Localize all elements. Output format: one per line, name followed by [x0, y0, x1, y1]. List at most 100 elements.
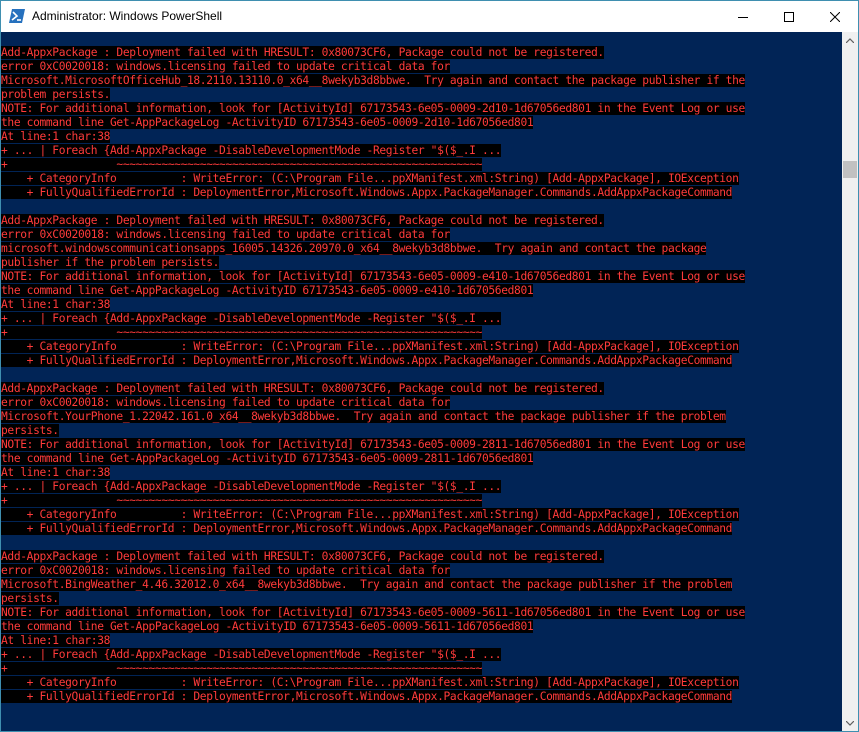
console-line-text: Microsoft.BingWeather_4.46.32012.0_x64__…	[1, 578, 733, 591]
console-line: Add-AppxPackage : Deployment failed with…	[1, 46, 842, 60]
console-line-text: + CategoryInfo : WriteError: (C:\Program…	[1, 340, 739, 353]
console-line: Microsoft.MicrosoftOfficeHub_18.2110.131…	[1, 74, 842, 88]
console-line: + FullyQualifiedErrorId : DeploymentErro…	[1, 522, 842, 536]
console-line: + CategoryInfo : WriteError: (C:\Program…	[1, 172, 842, 186]
console-line: Add-AppxPackage : Deployment failed with…	[1, 214, 842, 228]
console-line-text: + FullyQualifiedErrorId : DeploymentErro…	[1, 354, 733, 367]
console-line-text: At line:1 char:38	[1, 466, 111, 479]
console-line: + ~~~~~~~~~~~~~~~~~~~~~~~~~~~~~~~~~~~~~~…	[1, 494, 842, 508]
console-line: + CategoryInfo : WriteError: (C:\Program…	[1, 676, 842, 690]
window-title: Administrator: Windows PowerShell	[32, 9, 223, 23]
console-line: Add-AppxPackage : Deployment failed with…	[1, 550, 842, 564]
console-line: + ... | Foreach {Add-AppxPackage -Disabl…	[1, 144, 842, 158]
console-line: + FullyQualifiedErrorId : DeploymentErro…	[1, 354, 842, 368]
console-line: + FullyQualifiedErrorId : DeploymentErro…	[1, 690, 842, 704]
maximize-icon	[784, 11, 794, 22]
console-line-text: error 0xC0020018: windows.licensing fail…	[1, 228, 450, 241]
console-line: At line:1 char:38	[1, 634, 842, 648]
chevron-up-icon	[846, 38, 854, 43]
console-line: + ~~~~~~~~~~~~~~~~~~~~~~~~~~~~~~~~~~~~~~…	[1, 326, 842, 340]
console-line-text: + CategoryInfo : WriteError: (C:\Program…	[1, 172, 739, 185]
minimize-button[interactable]	[720, 1, 766, 32]
console-line: + FullyQualifiedErrorId : DeploymentErro…	[1, 186, 842, 200]
console-line: microsoft.windowscommunicationsapps_1600…	[1, 242, 842, 256]
console-line-text: At line:1 char:38	[1, 130, 111, 143]
console-line-text: NOTE: For additional information, look f…	[1, 606, 745, 619]
console-line: the command line Get-AppPackageLog -Acti…	[1, 452, 842, 466]
console-line: Add-AppxPackage : Deployment failed with…	[1, 382, 842, 396]
close-icon	[830, 11, 840, 22]
console-line: At line:1 char:38	[1, 298, 842, 312]
console-text: Add-AppxPackage : Deployment failed with…	[1, 32, 842, 731]
console-line: NOTE: For additional information, look f…	[1, 270, 842, 284]
console-line-text: + FullyQualifiedErrorId : DeploymentErro…	[1, 522, 733, 535]
console-line-text: NOTE: For additional information, look f…	[1, 102, 745, 115]
console-line: + ~~~~~~~~~~~~~~~~~~~~~~~~~~~~~~~~~~~~~~…	[1, 662, 842, 676]
console-line-text: + ... | Foreach {Add-AppxPackage -Disabl…	[1, 648, 502, 661]
console-line: + CategoryInfo : WriteError: (C:\Program…	[1, 340, 842, 354]
console-line-text: + FullyQualifiedErrorId : DeploymentErro…	[1, 186, 733, 199]
console-line-text: the command line Get-AppPackageLog -Acti…	[1, 620, 534, 633]
console-line: + CategoryInfo : WriteError: (C:\Program…	[1, 508, 842, 522]
console-line-text: publisher if the problem persists.	[1, 256, 220, 269]
scroll-down-button[interactable]	[842, 715, 858, 731]
console-line: NOTE: For additional information, look f…	[1, 606, 842, 620]
console-line: At line:1 char:38	[1, 130, 842, 144]
console-line-text: + ~~~~~~~~~~~~~~~~~~~~~~~~~~~~~~~~~~~~~~…	[1, 158, 482, 171]
console-line-text: error 0xC0020018: windows.licensing fail…	[1, 60, 450, 73]
powershell-icon	[9, 8, 25, 24]
console-line-text: + ... | Foreach {Add-AppxPackage -Disabl…	[1, 480, 502, 493]
console-line: error 0xC0020018: windows.licensing fail…	[1, 60, 842, 74]
console-line-text: + ~~~~~~~~~~~~~~~~~~~~~~~~~~~~~~~~~~~~~~…	[1, 662, 482, 675]
console-line-text: microsoft.windowscommunicationsapps_1600…	[1, 242, 707, 255]
console-line-text: NOTE: For additional information, look f…	[1, 270, 745, 283]
console-output[interactable]: Add-AppxPackage : Deployment failed with…	[1, 32, 842, 731]
console-line-text: persists.	[1, 592, 59, 605]
console-line: + ... | Foreach {Add-AppxPackage -Disabl…	[1, 480, 842, 494]
console-line-text: At line:1 char:38	[1, 298, 111, 311]
console-line-text: + ... | Foreach {Add-AppxPackage -Disabl…	[1, 312, 502, 325]
console-line-text: the command line Get-AppPackageLog -Acti…	[1, 284, 534, 297]
console-line-text: At line:1 char:38	[1, 634, 111, 647]
console-line: the command line Get-AppPackageLog -Acti…	[1, 620, 842, 634]
console-line-text: problem persists.	[1, 88, 111, 101]
console-line-text: + FullyQualifiedErrorId : DeploymentErro…	[1, 690, 733, 703]
minimize-icon	[738, 16, 748, 18]
console-line-text: Microsoft.MicrosoftOfficeHub_18.2110.131…	[1, 74, 745, 87]
console-line: At line:1 char:38	[1, 466, 842, 480]
maximize-button[interactable]	[766, 1, 812, 32]
console-line: error 0xC0020018: windows.licensing fail…	[1, 228, 842, 242]
console-line-text: the command line Get-AppPackageLog -Acti…	[1, 116, 534, 129]
title-bar[interactable]: Administrator: Windows PowerShell	[1, 1, 858, 32]
console-line-text: the command line Get-AppPackageLog -Acti…	[1, 452, 534, 465]
console-line-text: + ~~~~~~~~~~~~~~~~~~~~~~~~~~~~~~~~~~~~~~…	[1, 326, 482, 339]
console-line-text: Add-AppxPackage : Deployment failed with…	[1, 214, 604, 227]
console-line: publisher if the problem persists.	[1, 256, 842, 270]
vertical-scrollbar[interactable]	[842, 32, 858, 731]
scroll-thumb[interactable]	[843, 161, 857, 178]
console-line: error 0xC0020018: windows.licensing fail…	[1, 564, 842, 578]
console-line-text: persists.	[1, 424, 59, 437]
scroll-up-button[interactable]	[842, 32, 858, 49]
console-line: + ... | Foreach {Add-AppxPackage -Disabl…	[1, 648, 842, 662]
console-line-text: error 0xC0020018: windows.licensing fail…	[1, 396, 450, 409]
console-line: + ... | Foreach {Add-AppxPackage -Disabl…	[1, 312, 842, 326]
console-line: persists.	[1, 592, 842, 606]
console-line: NOTE: For additional information, look f…	[1, 102, 842, 116]
console-line: + ~~~~~~~~~~~~~~~~~~~~~~~~~~~~~~~~~~~~~~…	[1, 158, 842, 172]
console-line-text: Add-AppxPackage : Deployment failed with…	[1, 382, 604, 395]
console-line-text: + ~~~~~~~~~~~~~~~~~~~~~~~~~~~~~~~~~~~~~~…	[1, 494, 482, 507]
console-line: Microsoft.BingWeather_4.46.32012.0_x64__…	[1, 578, 842, 592]
console-line: NOTE: For additional information, look f…	[1, 438, 842, 452]
console-line-text: + CategoryInfo : WriteError: (C:\Program…	[1, 676, 739, 689]
console-line-text: Add-AppxPackage : Deployment failed with…	[1, 550, 604, 563]
close-button[interactable]	[812, 1, 858, 32]
console-line: Microsoft.YourPhone_1.22042.161.0_x64__8…	[1, 410, 842, 424]
console-line: problem persists.	[1, 88, 842, 102]
